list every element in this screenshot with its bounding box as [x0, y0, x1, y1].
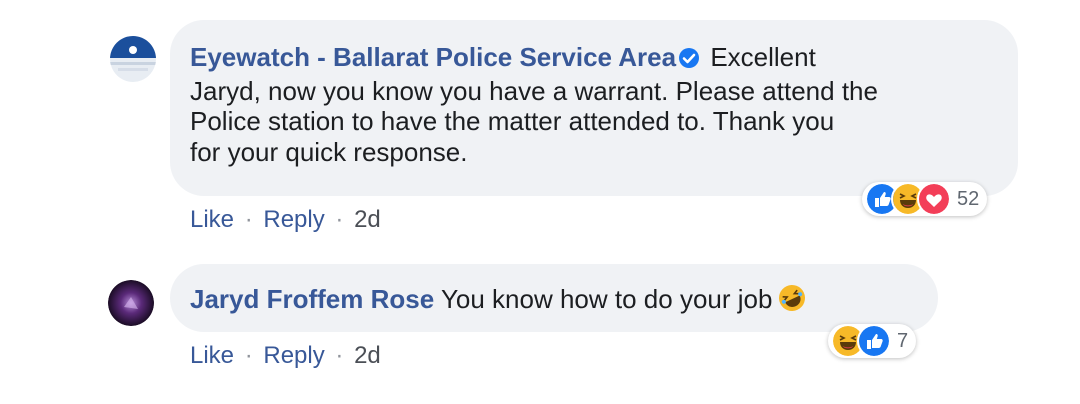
- like-button[interactable]: Like: [190, 206, 234, 233]
- separator-dot: ·: [335, 206, 344, 233]
- separator-dot: ·: [244, 206, 253, 233]
- comment-text: You know how to do your job: [440, 284, 773, 314]
- timestamp[interactable]: 2d: [354, 342, 381, 369]
- comment-bubble: Eyewatch - Ballarat Police Service Area …: [170, 20, 1018, 196]
- verified-badge-icon: [678, 45, 700, 76]
- comment-text-line: Police station to have the matter attend…: [190, 106, 835, 136]
- reply-button[interactable]: Reply: [263, 206, 324, 233]
- reply-button[interactable]: Reply: [263, 342, 324, 369]
- like-button[interactable]: Like: [190, 342, 234, 369]
- police-avatar[interactable]: [110, 36, 156, 82]
- love-icon: [917, 182, 951, 216]
- like-icon: [857, 324, 891, 358]
- user-avatar-icon: [108, 280, 154, 326]
- comment-text-line: Jaryd, now you know you have a warrant. …: [190, 75, 878, 106]
- reaction-summary[interactable]: 52: [862, 182, 988, 216]
- comment-text-line: for your quick response.: [190, 136, 468, 167]
- comment-author[interactable]: Jaryd Froffem Rose: [190, 284, 434, 314]
- reaction-count: 7: [897, 329, 909, 352]
- separator-dot: ·: [244, 342, 253, 369]
- comment-author[interactable]: Eyewatch - Ballarat Police Service Area: [190, 42, 676, 72]
- comment-actions: Like · Reply · 2d: [190, 206, 381, 234]
- comment-actions: Like · Reply · 2d: [190, 342, 381, 370]
- comment-text-line: Excellent: [710, 42, 816, 72]
- timestamp[interactable]: 2d: [354, 206, 381, 233]
- reaction-summary[interactable]: 7: [828, 324, 917, 358]
- user-avatar[interactable]: [108, 280, 154, 326]
- police-logo-icon: [110, 36, 156, 82]
- comment-bubble: Jaryd Froffem Rose You know how to do yo…: [170, 264, 938, 332]
- reaction-count: 52: [957, 187, 980, 210]
- separator-dot: ·: [335, 342, 344, 369]
- rolling-laughing-emoji-icon: [778, 284, 806, 319]
- comment-first-line: Eyewatch - Ballarat Police Service Area …: [190, 42, 1010, 76]
